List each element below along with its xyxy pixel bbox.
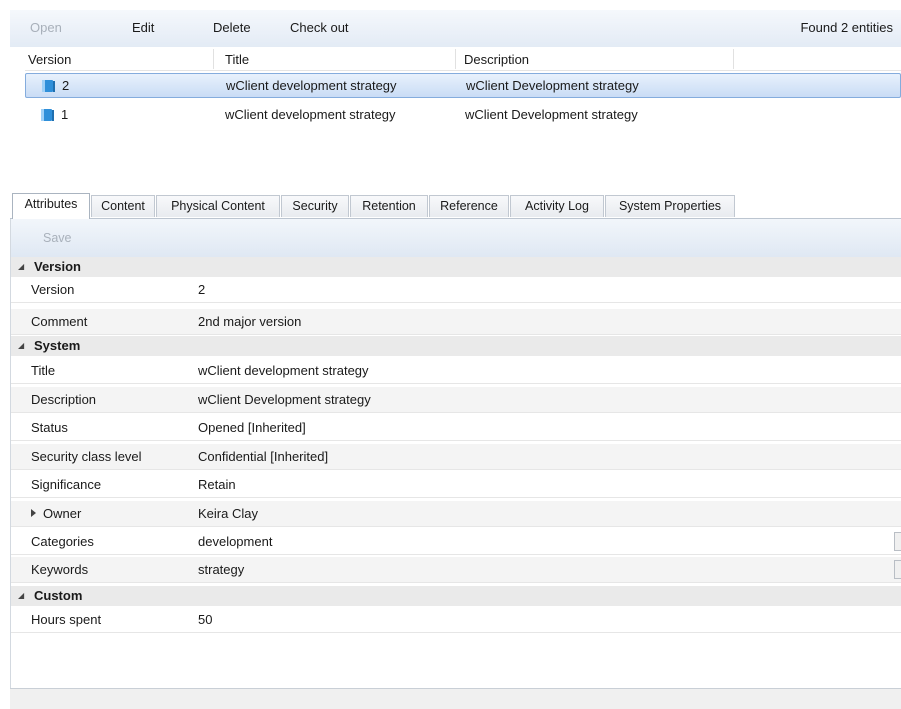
property-row-version[interactable]: Version 2 [11,277,901,303]
group-header-version[interactable]: ◢ Version [11,257,901,277]
collapse-triangle-icon[interactable]: ◢ [18,341,24,350]
check-out-button[interactable]: Check out [290,20,349,35]
property-value[interactable]: 2nd major version [198,314,301,329]
property-row-status[interactable]: Status Opened [Inherited] [11,415,901,441]
description-cell: wClient Development strategy [466,78,639,93]
property-value[interactable]: wClient Development strategy [198,392,371,407]
column-header-title[interactable]: Title [225,52,249,70]
property-value[interactable]: Confidential [Inherited] [198,449,328,464]
property-label: Status [31,420,68,435]
document-version-icon [41,109,54,121]
property-value[interactable]: 50 [198,612,212,627]
version-row-2[interactable]: 2 wClient development strategy wClient D… [25,73,901,98]
tab-attributes[interactable]: Attributes [12,193,90,219]
property-value[interactable]: Opened [Inherited] [198,420,306,435]
document-version-icon [42,80,55,92]
property-row-security-class-level[interactable]: Security class level Confidential [Inher… [11,444,901,470]
column-header-description[interactable]: Description [464,52,529,70]
version-cell: 1 [61,107,69,122]
property-row-significance[interactable]: Significance Retain [11,472,901,498]
delete-button[interactable]: Delete [213,20,251,35]
property-row-title[interactable]: Title wClient development strategy [11,358,901,384]
tab-reference[interactable]: Reference [429,195,509,217]
keywords-picker-button[interactable] [894,560,901,579]
property-label: Categories [31,534,94,549]
column-header-version[interactable]: Version [28,52,71,70]
group-title: Custom [34,588,83,603]
group-header-custom[interactable]: ◢ Custom [11,586,901,606]
version-cell: 2 [62,78,70,93]
column-divider[interactable] [213,49,214,69]
property-value[interactable]: Keira Clay [198,506,258,521]
property-label: Title [31,363,56,378]
open-button[interactable]: Open [30,20,62,35]
description-cell: wClient Development strategy [465,107,638,122]
detail-tabs: Attributes Content Physical Content Secu… [10,193,901,219]
property-value[interactable]: development [198,534,272,549]
property-label: Description [31,392,97,407]
property-label: Hours spent [31,612,102,627]
property-label: Comment [31,314,88,329]
property-row-keywords[interactable]: Keywords strategy [11,557,901,583]
expand-arrow-icon[interactable] [31,509,36,517]
group-title: System [34,338,81,353]
tab-activity-log[interactable]: Activity Log [510,195,604,217]
tab-security[interactable]: Security [281,195,349,217]
group-title: Version [34,259,81,274]
property-label: Owner [43,506,82,521]
property-value[interactable]: Retain [198,477,236,492]
collapse-triangle-icon[interactable]: ◢ [18,262,24,271]
property-label: Security class level [31,449,142,464]
property-row-owner[interactable]: Owner Keira Clay [11,501,901,527]
title-cell: wClient development strategy [226,78,397,93]
property-row-hours-spent[interactable]: Hours spent 50 [11,607,901,633]
attributes-panel: Save ◢ Version Version 2 Comment 2nd maj… [10,219,901,689]
title-cell: wClient development strategy [225,107,396,122]
version-grid-header: Version Title Description [25,49,901,71]
tab-physical-content[interactable]: Physical Content [156,195,280,217]
panel-bottom-bar [10,688,901,709]
property-label: Version [31,282,75,297]
tab-system-properties[interactable]: System Properties [605,195,735,217]
property-label: Significance [31,477,102,492]
categories-picker-button[interactable] [894,532,901,551]
tab-content[interactable]: Content [91,195,155,217]
found-entities-count: Found 2 entities [800,20,893,35]
collapse-triangle-icon[interactable]: ◢ [18,591,24,600]
property-value[interactable]: wClient development strategy [198,363,369,378]
attributes-toolbar: Save [11,219,901,257]
property-label: Keywords [31,562,89,577]
property-value[interactable]: 2 [198,282,205,297]
property-row-categories[interactable]: Categories development [11,529,901,555]
column-divider[interactable] [455,49,456,69]
entity-toolbar: Open Edit Delete Check out Found 2 entit… [10,10,901,47]
save-button[interactable]: Save [43,231,72,245]
property-row-description[interactable]: Description wClient Development strategy [11,387,901,413]
property-row-comment[interactable]: Comment 2nd major version [11,309,901,335]
column-divider[interactable] [733,49,734,69]
tab-retention[interactable]: Retention [350,195,428,217]
property-value[interactable]: strategy [198,562,244,577]
version-row-1[interactable]: 1 wClient development strategy wClient D… [25,103,901,128]
edit-button[interactable]: Edit [132,20,154,35]
group-header-system[interactable]: ◢ System [11,336,901,356]
